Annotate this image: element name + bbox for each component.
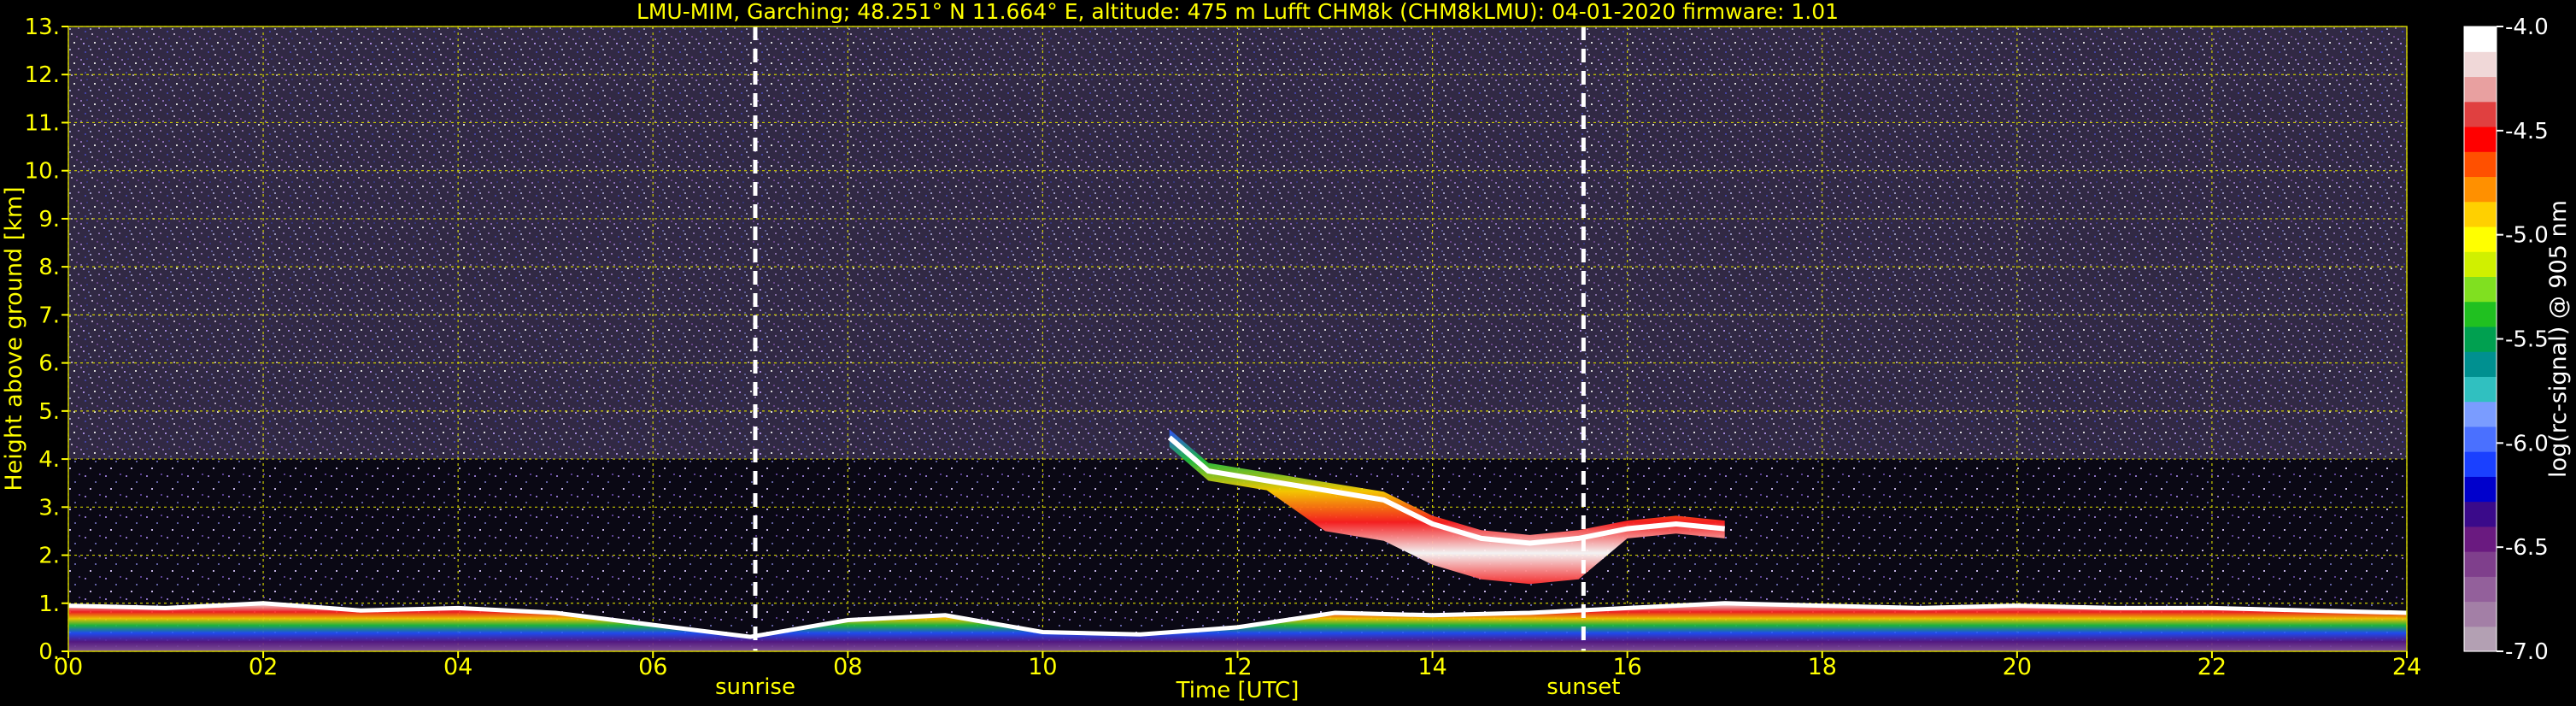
colorbar-swatch	[2464, 301, 2497, 327]
y-axis-ticks: 0. 1. 2. 3. 4. 5. 6. 7. 8. 9. 10. 11. 12. 13.	[25, 15, 68, 665]
backscatter-chart: sunrise sunset 00 02 04 06 08 10 12 14 16 18 20 22 24…	[1, 0, 2572, 703]
colorbar-swatch	[2464, 126, 2497, 152]
colorbar-swatch	[2464, 451, 2497, 477]
x-tick-label: 10	[1028, 654, 1057, 680]
colorbar-swatch	[2464, 51, 2497, 78]
x-tick-label: 12	[1223, 654, 1252, 680]
y-tick-label: 9.	[38, 207, 60, 232]
y-tick-label: 3.	[38, 495, 60, 521]
colorbar-swatch	[2464, 476, 2497, 503]
colorbar-swatch	[2464, 151, 2497, 178]
y-tick-label: 6.	[38, 351, 60, 377]
colorbar	[2463, 26, 2497, 652]
colorbar-swatch	[2464, 601, 2497, 627]
x-axis-label: Time [UTC]	[1176, 678, 1300, 703]
colorbar-swatch	[2464, 626, 2497, 652]
colorbar-swatch	[2464, 76, 2497, 103]
y-tick-label: 0.	[38, 639, 60, 665]
y-axis-label: Height above ground [km]	[1, 186, 27, 491]
colorbar-swatch	[2464, 276, 2497, 303]
colorbar-swatch	[2464, 226, 2497, 252]
colorbar-tick-label: -5.0	[2505, 223, 2549, 249]
x-tick-label: 20	[2003, 654, 2032, 680]
x-tick-label: 16	[1612, 654, 1641, 680]
colorbar-swatch	[2464, 501, 2497, 527]
colorbar-swatch	[2464, 326, 2497, 352]
colorbar-ticks: -4.0 -4.5 -5.0 -5.5 -6.0 -6.5 -7.0	[2497, 15, 2549, 665]
x-tick-label: 08	[833, 654, 862, 680]
colorbar-tick-label: -6.5	[2505, 535, 2549, 561]
x-tick-label: 02	[249, 654, 278, 680]
colorbar-swatch	[2464, 176, 2497, 203]
colorbar-tick-label: -7.0	[2505, 639, 2549, 665]
colorbar-tick-label: -5.5	[2505, 327, 2549, 353]
x-axis-ticks: 00 02 04 06 08 10 12 14 16 18 20 22 24	[54, 651, 2421, 680]
y-tick-label: 8.	[38, 255, 60, 280]
x-tick-label: 18	[1808, 654, 1837, 680]
colorbar-swatch	[2464, 551, 2497, 577]
sunrise-label: sunrise	[715, 674, 795, 700]
x-tick-label: 22	[2198, 654, 2227, 680]
y-tick-label: 12.	[25, 62, 60, 88]
colorbar-swatch	[2464, 576, 2497, 603]
x-tick-label: 24	[2392, 654, 2421, 680]
chart-title: LMU-MIM, Garching; 48.251° N 11.664° E, …	[637, 0, 1839, 24]
sunset-label: sunset	[1546, 674, 1620, 700]
y-tick-label: 7.	[38, 303, 60, 328]
colorbar-swatch	[2464, 526, 2497, 552]
y-tick-label: 11.	[25, 110, 60, 136]
colorbar-swatch	[2464, 376, 2497, 403]
x-tick-label: 14	[1417, 654, 1446, 680]
colorbar-swatch	[2464, 101, 2497, 127]
colorbar-tick-label: -4.5	[2505, 119, 2549, 144]
y-tick-label: 5.	[38, 399, 60, 425]
colorbar-swatch	[2464, 201, 2497, 227]
colorbar-swatch	[2464, 351, 2497, 377]
y-tick-label: 13.	[25, 15, 60, 40]
x-tick-label: 06	[638, 654, 667, 680]
y-tick-label: 4.	[38, 447, 60, 473]
y-tick-label: 10.	[25, 159, 60, 185]
colorbar-tick-label: -6.0	[2505, 431, 2549, 456]
colorbar-swatch	[2464, 401, 2497, 427]
x-tick-label: 04	[443, 654, 472, 680]
y-tick-label: 1.	[38, 591, 60, 617]
colorbar-tick-label: -4.0	[2505, 15, 2549, 40]
colorbar-swatch	[2464, 26, 2497, 52]
colorbar-swatch	[2464, 251, 2497, 277]
colorbar-label: log(rc-signal) @ 905 nm	[2545, 200, 2572, 478]
colorbar-swatch	[2464, 426, 2497, 452]
ceilometer-figure: sunrise sunset 00 02 04 06 08 10 12 14 16 18 20 22 24…	[0, 0, 2576, 706]
y-tick-label: 2.	[38, 544, 60, 569]
